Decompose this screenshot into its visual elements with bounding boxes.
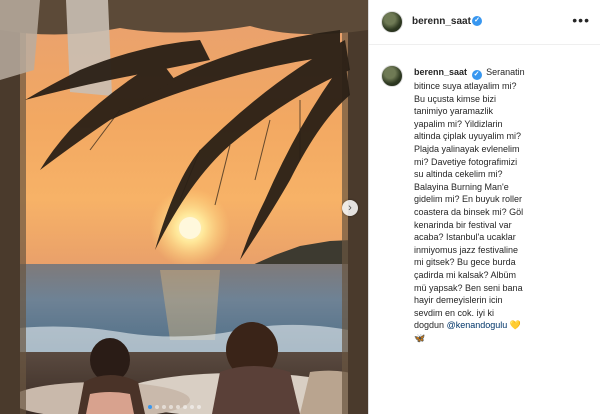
carousel-dot [169,405,173,409]
carousel-dot [155,405,159,409]
instagram-post: › berenn_saat ✓ ••• berenn_saat ✓ Serana… [0,0,600,414]
carousel-indicator [148,405,201,409]
post-photo[interactable]: › [0,0,368,414]
post-caption: berenn_saat ✓ Seranatin bitince suya atl… [414,66,526,344]
caption-username[interactable]: berenn_saat [414,67,467,77]
ellipsis-icon[interactable]: ••• [572,12,590,28]
mention-link[interactable]: @kenandogulu [447,320,508,330]
carousel-dot [176,405,180,409]
carousel-next-button[interactable]: › [342,200,358,216]
caption-avatar[interactable] [381,65,403,87]
caption-text: Seranatin bitince suya atlayalim mi? Bu … [414,67,525,330]
carousel-dot [183,405,187,409]
carousel-dot [162,405,166,409]
post-sidebar: berenn_saat ✓ ••• berenn_saat ✓ Seranati… [368,0,600,414]
carousel-dot [197,405,201,409]
carousel-dot [148,405,152,409]
verified-badge-icon: ✓ [472,16,482,26]
chevron-right-icon: › [348,202,352,214]
sunset-beach-image [0,0,368,414]
carousel-dot [190,405,194,409]
avatar[interactable] [381,11,403,33]
post-header: berenn_saat ✓ ••• [369,0,600,45]
verified-badge-icon: ✓ [471,70,482,80]
header-username[interactable]: berenn_saat [412,16,471,27]
